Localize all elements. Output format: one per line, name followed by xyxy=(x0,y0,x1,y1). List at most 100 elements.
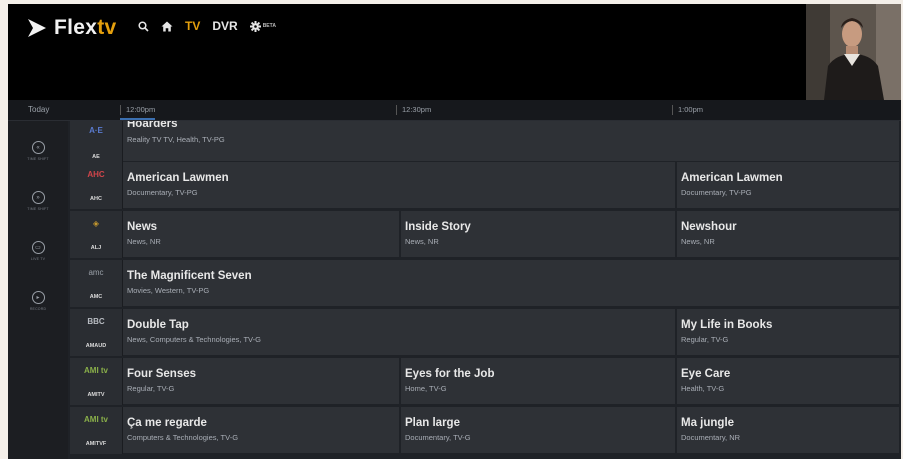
fast-forward-icon: » xyxy=(31,191,45,204)
program-meta: Documentary, TV-PG xyxy=(681,188,752,197)
program-title: Inside Story xyxy=(405,221,471,233)
side-btn-label: RECORD xyxy=(29,307,47,311)
program-meta: Movies, Western, TV-PG xyxy=(127,286,210,295)
channel-logo: A·E xyxy=(89,126,103,135)
channel-logo: AMI tv xyxy=(84,366,108,375)
brand-name[interactable]: Flextv xyxy=(54,16,117,40)
time-tick: 1:00pm xyxy=(672,105,703,115)
nav-search[interactable] xyxy=(138,20,149,32)
program-cell[interactable]: Double Tap News, Computers & Technologie… xyxy=(123,309,677,355)
program-title: Four Senses xyxy=(127,368,197,380)
channel-row: ◈ ALJ News News, NR Inside Story News, N… xyxy=(70,211,901,258)
nav-settings[interactable]: BETA xyxy=(249,20,276,32)
side-nav: « TIME SHIFT » TIME SHIFT ▭ LIVE TV ▸ RE… xyxy=(8,121,68,459)
side-btn-label: TIME SHIFT xyxy=(27,157,49,161)
program-title: Double Tap xyxy=(127,319,189,331)
program-cell[interactable]: News News, NR xyxy=(123,211,401,257)
record-icon: ▸ xyxy=(31,291,45,304)
channel-logo: AMI tv xyxy=(84,415,108,424)
live-tv-icon: ▭ xyxy=(31,241,45,254)
program-meta: Documentary, NR xyxy=(681,433,741,442)
channel-name: AMC xyxy=(89,294,103,300)
program-cell[interactable]: Hoarders Reality TV TV, Health, TV-PG xyxy=(123,121,901,161)
channel-name: ALJ xyxy=(90,245,102,251)
side-btn-label: LIVE TV xyxy=(30,257,46,261)
program-title: Eyes for the Job xyxy=(405,368,495,380)
flextv-logo-icon[interactable] xyxy=(26,17,48,39)
side-btn-live[interactable]: ▭ LIVE TV xyxy=(23,241,53,261)
program-meta: Regular, TV-G xyxy=(681,335,729,344)
side-btn-rewind[interactable]: « TIME SHIFT xyxy=(23,141,53,161)
program-title: Ma jungle xyxy=(681,417,735,429)
program-cell[interactable]: Newshour News, NR xyxy=(677,211,901,257)
program-cell[interactable]: American Lawmen Documentary, TV-PG xyxy=(677,162,901,208)
channel-name: AMAUD xyxy=(85,343,107,349)
side-btn-label: TIME SHIFT xyxy=(27,207,49,211)
home-icon xyxy=(161,21,173,31)
side-btn-record[interactable]: ▸ RECORD xyxy=(23,291,53,311)
channel-cell[interactable]: amc AMC xyxy=(70,260,123,307)
nav-tv-tab[interactable]: TV xyxy=(185,19,200,33)
program-cell[interactable]: Plan large Documentary, TV-G xyxy=(401,407,677,453)
program-title: Ça me regarde xyxy=(127,417,207,429)
guide-grid: A·E AE Hoarders Reality TV TV, Health, T… xyxy=(70,121,901,459)
program-cell[interactable]: The Magnificent Seven Movies, Western, T… xyxy=(123,260,901,306)
search-icon xyxy=(138,20,149,32)
today-label[interactable]: Today xyxy=(28,105,49,114)
side-btn-forward[interactable]: » TIME SHIFT xyxy=(23,191,53,211)
channel-row: amc AMC The Magnificent Seven Movies, We… xyxy=(70,260,901,307)
channel-cell[interactable]: AMI tv AMITVF xyxy=(70,407,123,454)
channel-name: AMITV xyxy=(87,392,105,398)
channel-row: AMI tv AMITVF Ça me regarde Computers & … xyxy=(70,407,901,454)
program-title: Newshour xyxy=(681,221,737,233)
program-title: Hoarders xyxy=(127,121,178,130)
program-cell[interactable]: Eye Care Health, TV-G xyxy=(677,358,901,404)
rewind-icon: « xyxy=(31,141,45,154)
program-cell[interactable]: Ça me regarde Computers & Technologies, … xyxy=(123,407,401,453)
program-title: News xyxy=(127,221,158,233)
channel-name: AHC xyxy=(90,196,102,202)
program-cell[interactable]: Eyes for the Job Home, TV-G xyxy=(401,358,677,404)
program-title: Plan large xyxy=(405,417,460,429)
program-meta: Documentary, TV-G xyxy=(405,433,471,442)
program-cell[interactable]: American Lawmen Documentary, TV-PG xyxy=(123,162,677,208)
nav-home[interactable] xyxy=(161,21,173,32)
channel-name: AMITVF xyxy=(85,441,107,447)
time-tick: 12:30pm xyxy=(396,105,431,115)
channel-cell[interactable]: AMI tv AMITV xyxy=(70,358,123,405)
now-indicator xyxy=(120,118,155,120)
program-cell[interactable]: My Life in Books Regular, TV-G xyxy=(677,309,901,355)
program-meta: Home, TV-G xyxy=(405,384,447,393)
channel-row: AHC AHC American Lawmen Documentary, TV-… xyxy=(70,162,901,209)
program-cell[interactable]: Inside Story News, NR xyxy=(401,211,677,257)
program-meta: Documentary, TV-PG xyxy=(127,188,198,197)
program-title: American Lawmen xyxy=(127,172,229,184)
program-title: My Life in Books xyxy=(681,319,773,331)
channel-cell[interactable]: ◈ ALJ xyxy=(70,211,123,258)
nav-dvr-tab[interactable]: DVR xyxy=(212,19,237,33)
program-meta: News, NR xyxy=(127,237,161,246)
program-cell[interactable]: Ma jungle Documentary, NR xyxy=(677,407,901,453)
program-meta: Regular, TV-G xyxy=(127,384,175,393)
program-title: The Magnificent Seven xyxy=(127,270,252,282)
brand-accent: tv xyxy=(97,16,117,39)
channel-cell[interactable]: AHC AHC xyxy=(70,162,123,209)
video-preview[interactable] xyxy=(806,4,901,100)
video-preview-frame xyxy=(806,4,901,100)
channel-cell[interactable]: A·E AE xyxy=(70,121,123,168)
channel-cell[interactable]: BBC AMAUD xyxy=(70,309,123,356)
program-meta: Reality TV TV, Health, TV-PG xyxy=(127,135,225,144)
channel-logo: ◈ xyxy=(92,219,100,228)
channel-name: AE xyxy=(92,154,100,160)
program-title: Eye Care xyxy=(681,368,731,380)
channel-row: AMI tv AMITV Four Senses Regular, TV-G E… xyxy=(70,358,901,405)
flextv-app: Flextv TV DVR BETA Today 12:00pm 12:30pm… xyxy=(8,4,901,459)
program-meta: News, NR xyxy=(405,237,439,246)
program-cell[interactable]: Four Senses Regular, TV-G xyxy=(123,358,401,404)
program-meta: Health, TV-G xyxy=(681,384,725,393)
top-header: Flextv TV DVR BETA xyxy=(8,4,901,100)
program-meta: Computers & Technologies, TV-G xyxy=(127,433,239,442)
channel-row: A·E AE Hoarders Reality TV TV, Health, T… xyxy=(70,121,901,168)
program-title: American Lawmen xyxy=(681,172,783,184)
channel-row: BBC AMAUD Double Tap News, Computers & T… xyxy=(70,309,901,356)
